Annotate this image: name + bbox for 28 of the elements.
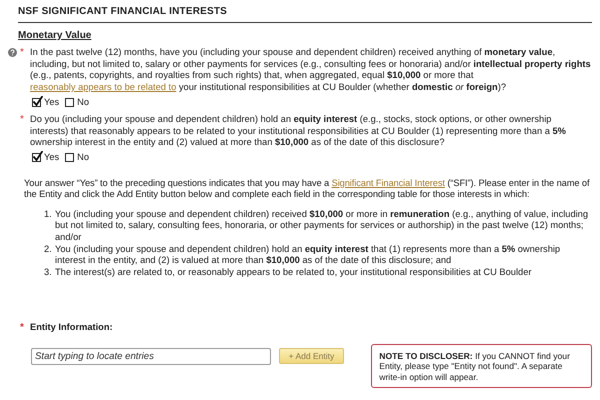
add-entity-button[interactable]: + Add Entity <box>278 348 344 364</box>
checkbox[interactable] <box>65 153 74 162</box>
link[interactable]: Significant Financial Interest <box>332 178 445 188</box>
required-mark: * <box>20 47 24 59</box>
list-item-text: The interest(s) are related to, or reasonably appears to be related to, your institutional responsibilities at CU Boulder <box>55 266 532 278</box>
section-title: NSF SIGNIFICANT FINANCIAL INTERESTS <box>18 6 592 23</box>
link[interactable]: reasonably appears to be related to <box>30 82 176 92</box>
help-icon[interactable] <box>8 48 17 58</box>
required-mark: * <box>20 322 24 334</box>
required-mark: * <box>20 114 24 126</box>
list-number: 1. <box>44 208 53 221</box>
list-number: 2. <box>44 244 53 256</box>
question-text: Do you (including your spouse and dependent children) hold an equity interest (e.g., stocks, stock options, or other ownership interests) that reasonably appears to be related to your institutional responsibilities at CU Boulder (1) representing more than a 5% ownership interest in the entity and (2) valued at more than $10,000 as of the date of this disclosure? <box>30 114 567 149</box>
subheading: Monetary Value <box>18 30 92 42</box>
list-item-text: You (including your spouse and dependent children) hold an equity interest that (1) represents more than a 5% ownership interest in the entity, and (2) is valued at more than $10,000 as of the date of this disclosure; and <box>55 244 562 267</box>
option-label: Yes <box>44 152 60 164</box>
list-number: 3. <box>44 266 53 278</box>
checkbox[interactable] <box>32 98 41 107</box>
field-label: Entity Information: <box>30 322 113 332</box>
instructions-text: Your answer “Yes” to the preceding questions indicates that you may have a Significant Financial Interest (“SFI”). Please enter in the name of the Entity and click the Add Entity button below and complete each field in the corresponding table for those interests in which: <box>24 178 591 201</box>
option-label: No <box>77 152 90 164</box>
question-text: In the past twelve (12) months, have you (including your spouse and dependent children) received anything of monetary value, including, but not limited to, salary or other payments for services (e.g., consulting fees or honoraria) and/or intellectual property rights (e.g., patents, copyrights, and royalties from such rights) that, when aggregated, equal $10,000 or more that reasonably appears to be related to your institutional responsibilities at CU Boulder (whether domestic or foreign)? <box>30 47 592 94</box>
option-label: Yes <box>44 96 60 108</box>
note-text: NOTE TO DISCLOSER: If you CANNOT find your Entity, please type "Entity not found". A separate write-in option will appear. <box>371 344 592 388</box>
entity-search-field[interactable]: Start typing to locate entries <box>31 348 271 365</box>
option-label: No <box>77 96 90 108</box>
checkbox[interactable] <box>32 153 41 162</box>
checkbox[interactable] <box>65 98 74 107</box>
